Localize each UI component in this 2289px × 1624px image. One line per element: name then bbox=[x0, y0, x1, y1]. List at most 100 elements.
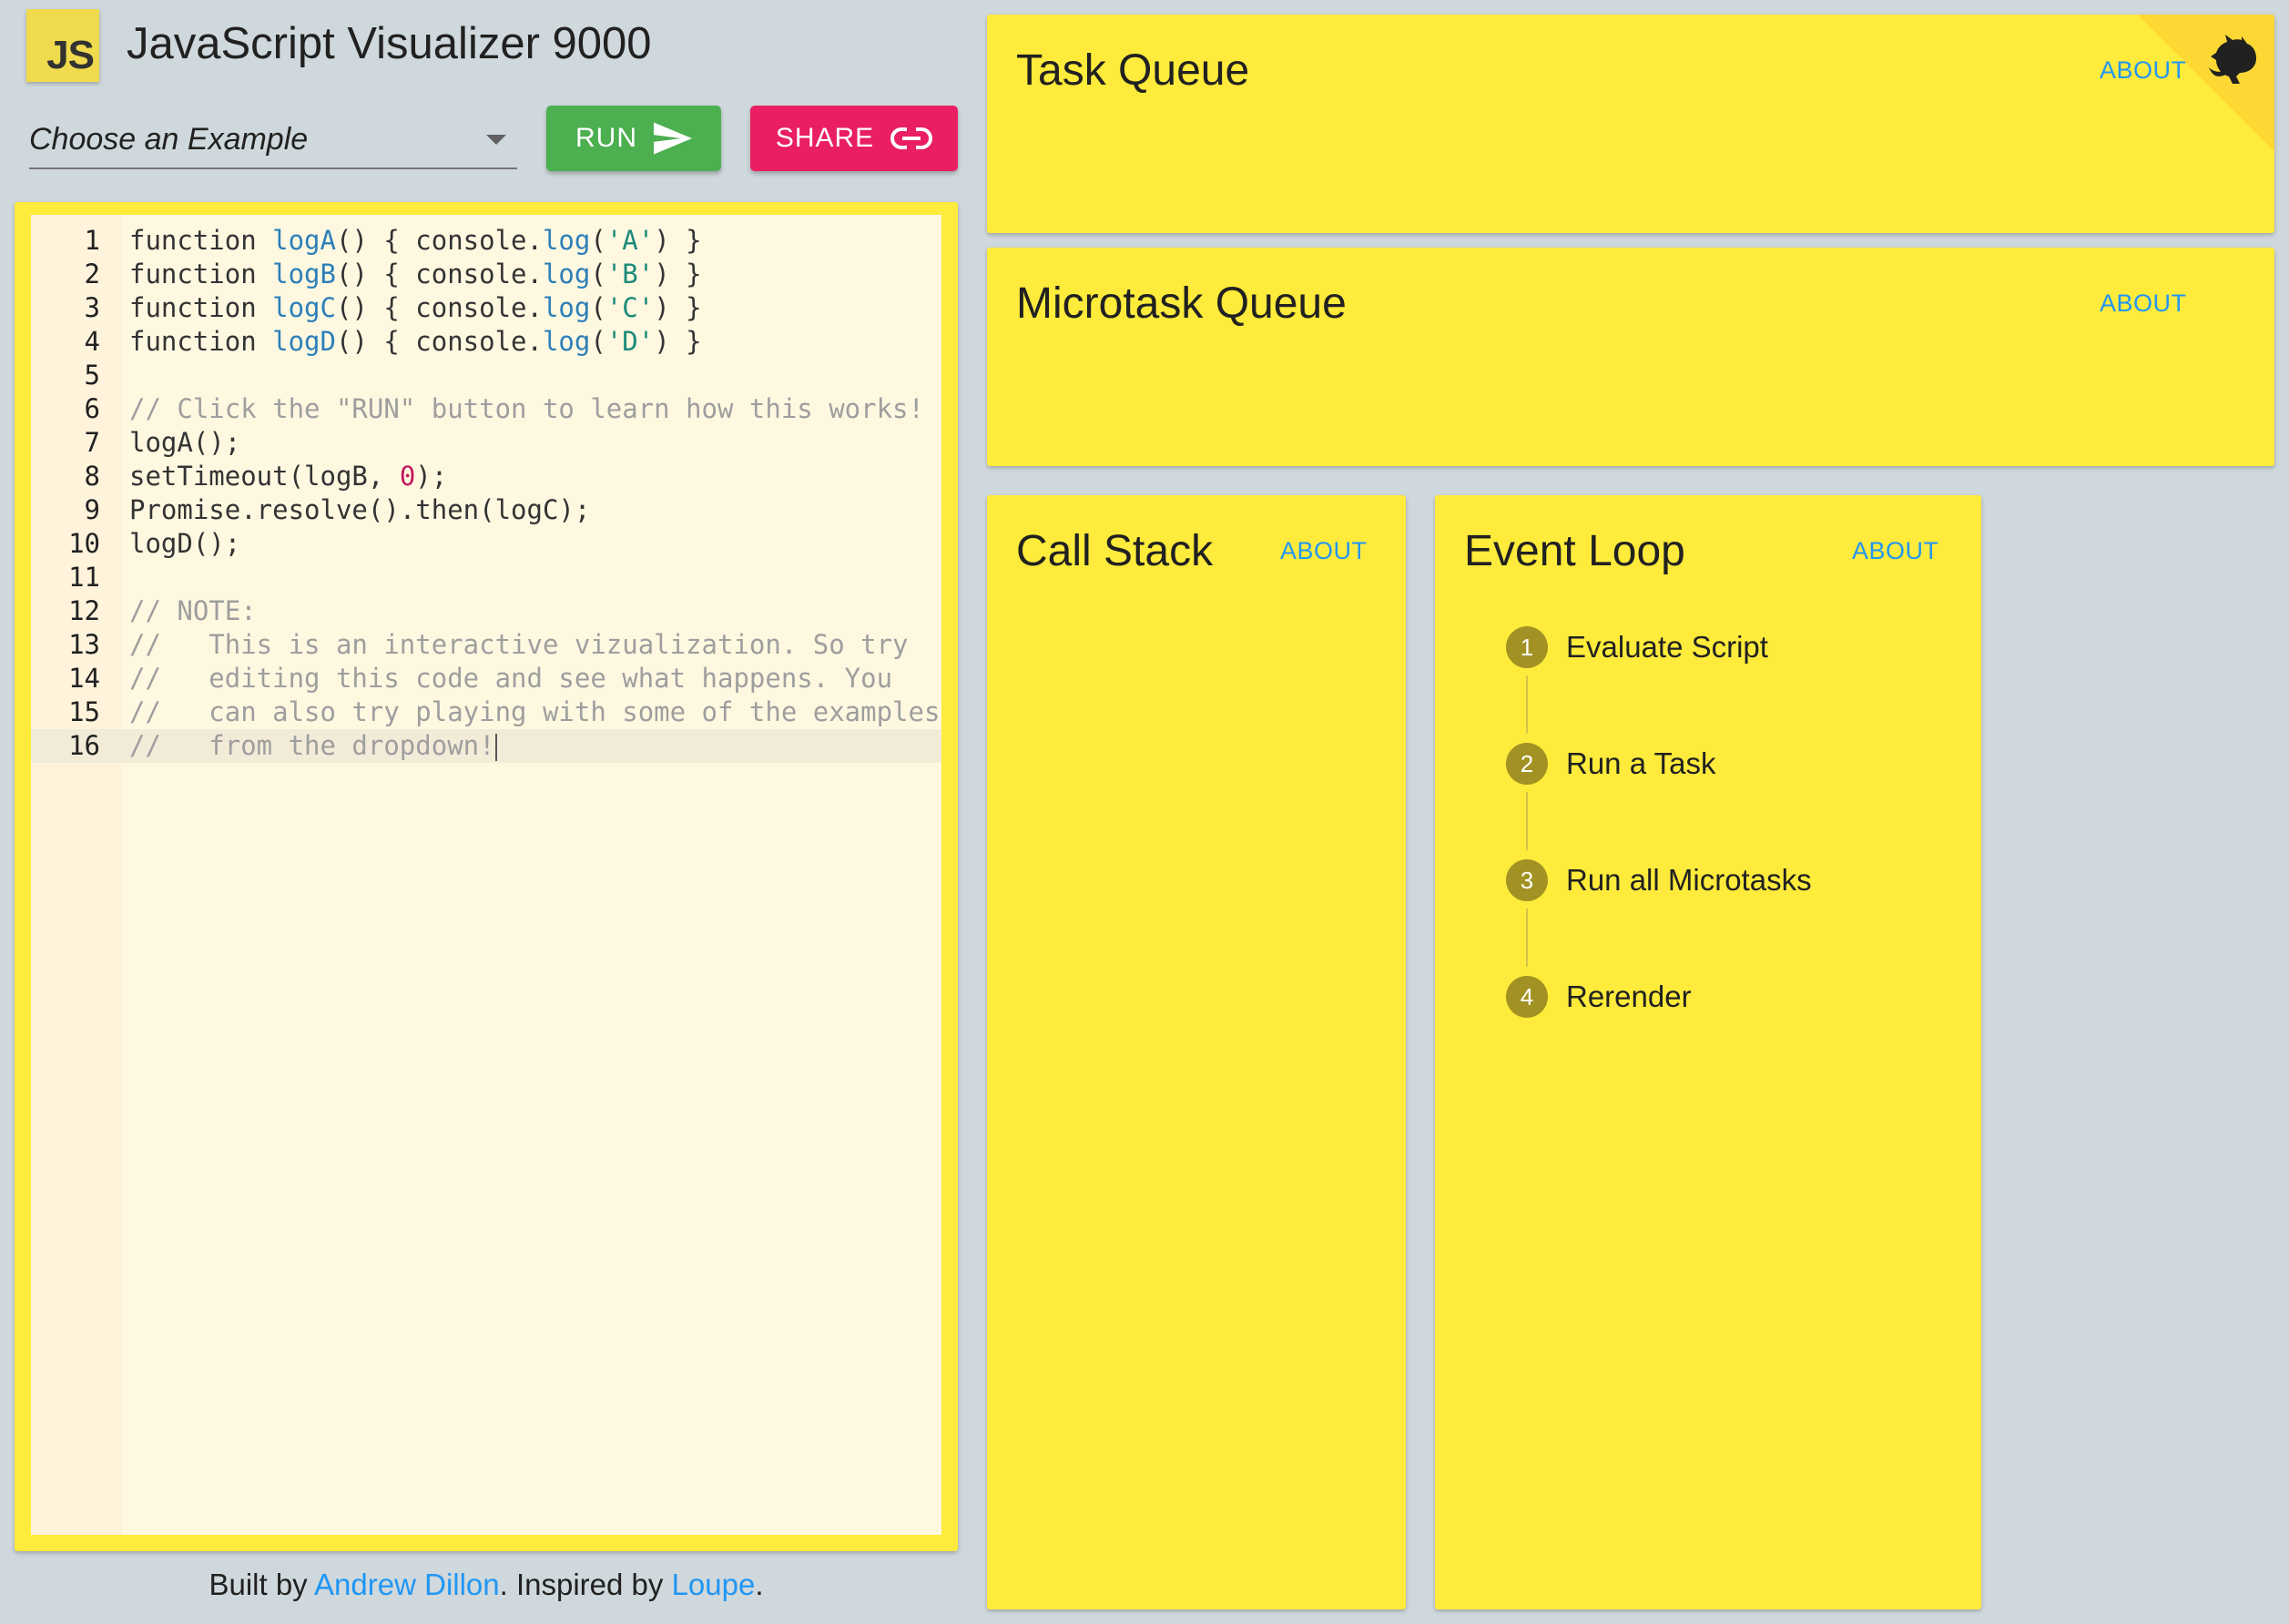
task-queue-title: Task Queue bbox=[1016, 46, 1250, 95]
code-line[interactable]: 7 logA(); bbox=[31, 426, 941, 460]
footer-inspired-by: . Inspired by bbox=[499, 1568, 672, 1601]
code-token: // from the dropdown! bbox=[129, 730, 495, 761]
js-logo: JS bbox=[26, 9, 99, 82]
code-line[interactable]: 6 // Click the "RUN" button to learn how … bbox=[31, 392, 941, 426]
step-number-badge: 3 bbox=[1506, 859, 1548, 901]
code-token: function bbox=[129, 326, 273, 357]
editor-panel: 1 function logA() { console.log('A') } 2 fu… bbox=[15, 202, 958, 1551]
code-token: ) } bbox=[654, 225, 702, 256]
line-code: // This is an interactive vizualization.… bbox=[129, 628, 909, 662]
code-token: () { console. bbox=[335, 292, 543, 323]
line-number: 13 bbox=[68, 629, 100, 660]
code-token: ( bbox=[590, 292, 606, 323]
line-number: 3 bbox=[84, 292, 100, 323]
code-line[interactable]: 15 // can also try playing with some of t… bbox=[31, 695, 941, 729]
code-token: ) } bbox=[654, 326, 702, 357]
run-button-label: RUN bbox=[575, 123, 637, 153]
chevron-down-icon bbox=[486, 134, 506, 145]
step-number-badge: 1 bbox=[1506, 626, 1548, 668]
code-token: 0 bbox=[399, 461, 416, 492]
code-token: () { console. bbox=[335, 326, 543, 357]
github-icon[interactable] bbox=[2205, 31, 2262, 86]
send-icon bbox=[654, 122, 692, 155]
step-connector bbox=[1526, 675, 1528, 734]
code-line[interactable]: 9 Promise.resolve().then(logC); bbox=[31, 493, 941, 527]
code-token: logC bbox=[272, 292, 336, 323]
task-queue-panel: Task Queue ABOUT bbox=[987, 15, 2274, 233]
line-code: // Click the "RUN" button to learn how t… bbox=[129, 392, 924, 426]
code-line[interactable]: 4 function logD() { console.log('D') } bbox=[31, 325, 941, 359]
code-token: 'C' bbox=[605, 292, 655, 323]
line-number: 9 bbox=[84, 494, 100, 525]
code-token: setTimeout(logB, bbox=[129, 461, 400, 492]
code-line[interactable]: 14 // editing this code and see what happ… bbox=[31, 662, 941, 695]
line-number: 5 bbox=[84, 360, 100, 391]
code-token: () { console. bbox=[335, 225, 543, 256]
loupe-link[interactable]: Loupe bbox=[672, 1568, 756, 1601]
code-token: Promise.resolve().then(logC); bbox=[129, 494, 591, 525]
share-button[interactable]: SHARE bbox=[750, 106, 958, 171]
line-code: function logB() { console.log('B') } bbox=[129, 258, 702, 291]
code-token: log bbox=[542, 292, 591, 323]
call-stack-panel: Call Stack ABOUT bbox=[987, 495, 1406, 1609]
line-code: setTimeout(logB, 0); bbox=[129, 460, 447, 493]
code-line[interactable]: 3 function logC() { console.log('C') } bbox=[31, 291, 941, 325]
code-line[interactable]: 10 logD(); bbox=[31, 527, 941, 561]
app-title: JavaScript Visualizer 9000 bbox=[127, 19, 652, 68]
code-lines: 1 function logA() { console.log('A') } 2 fu… bbox=[31, 215, 941, 763]
code-line[interactable]: 12 // NOTE: bbox=[31, 594, 941, 628]
line-code: // can also try playing with some of the… bbox=[129, 695, 940, 729]
code-token: ); bbox=[415, 461, 448, 492]
microtask-queue-about-link[interactable]: ABOUT bbox=[2100, 289, 2187, 318]
line-number: 15 bbox=[68, 696, 100, 727]
line-number: 11 bbox=[68, 562, 100, 593]
code-token: // can also try playing with some of the… bbox=[129, 696, 941, 727]
code-token: ) } bbox=[654, 259, 702, 289]
code-token: function bbox=[129, 259, 273, 289]
event-loop-about-link[interactable]: ABOUT bbox=[1852, 537, 1939, 565]
app-root: JS JavaScript Visualizer 9000 Choose an … bbox=[0, 0, 2289, 1624]
step-connector bbox=[1526, 792, 1528, 850]
code-editor[interactable]: 1 function logA() { console.log('A') } 2 fu… bbox=[31, 215, 941, 1535]
author-link[interactable]: Andrew Dillon bbox=[314, 1568, 500, 1601]
code-token: // editing this code and see what happen… bbox=[129, 663, 893, 694]
line-code: function logD() { console.log('D') } bbox=[129, 325, 702, 359]
code-line[interactable]: 2 function logB() { console.log('B') } bbox=[31, 258, 941, 291]
link-icon bbox=[890, 127, 933, 150]
line-number: 2 bbox=[84, 259, 100, 289]
code-token: log bbox=[542, 259, 591, 289]
code-token: // NOTE: bbox=[129, 595, 257, 626]
code-token: ( bbox=[590, 259, 606, 289]
text-cursor bbox=[494, 734, 497, 761]
event-loop-panel: Event Loop ABOUT 1 Evaluate Script 2 Run… bbox=[1435, 495, 1981, 1609]
code-line[interactable]: 11 bbox=[31, 561, 941, 594]
microtask-queue-title: Microtask Queue bbox=[1016, 279, 1347, 328]
footer: Built by Andrew Dillon. Inspired by Loup… bbox=[15, 1568, 958, 1602]
code-line[interactable]: 16 // from the dropdown! bbox=[31, 729, 941, 763]
code-token: log bbox=[542, 225, 591, 256]
call-stack-title: Call Stack bbox=[1016, 527, 1214, 575]
code-line[interactable]: 5 bbox=[31, 359, 941, 392]
event-loop-title: Event Loop bbox=[1464, 527, 1685, 575]
example-select-value: Choose an Example bbox=[29, 121, 309, 157]
step-label: Evaluate Script bbox=[1566, 630, 1768, 664]
step-connector bbox=[1526, 908, 1528, 967]
code-line[interactable]: 13 // This is an interactive vizualizatio… bbox=[31, 628, 941, 662]
code-token: log bbox=[542, 326, 591, 357]
run-button[interactable]: RUN bbox=[546, 106, 721, 171]
code-line[interactable]: 8 setTimeout(logB, 0); bbox=[31, 460, 941, 493]
code-line[interactable]: 1 function logA() { console.log('A') } bbox=[31, 224, 941, 258]
code-token: ) } bbox=[654, 292, 702, 323]
footer-end: . bbox=[755, 1568, 764, 1601]
code-token: 'B' bbox=[605, 259, 655, 289]
call-stack-about-link[interactable]: ABOUT bbox=[1280, 537, 1368, 565]
step-label: Run all Microtasks bbox=[1566, 863, 1812, 897]
code-token: // Click the "RUN" button to learn how t… bbox=[129, 393, 924, 424]
line-number: 8 bbox=[84, 461, 100, 492]
code-token: logD bbox=[272, 326, 336, 357]
line-number: 14 bbox=[68, 663, 100, 694]
code-token: function bbox=[129, 225, 273, 256]
example-select[interactable]: Choose an Example bbox=[29, 111, 517, 169]
microtask-queue-panel: Microtask Queue ABOUT bbox=[987, 248, 2274, 466]
line-number: 4 bbox=[84, 326, 100, 357]
